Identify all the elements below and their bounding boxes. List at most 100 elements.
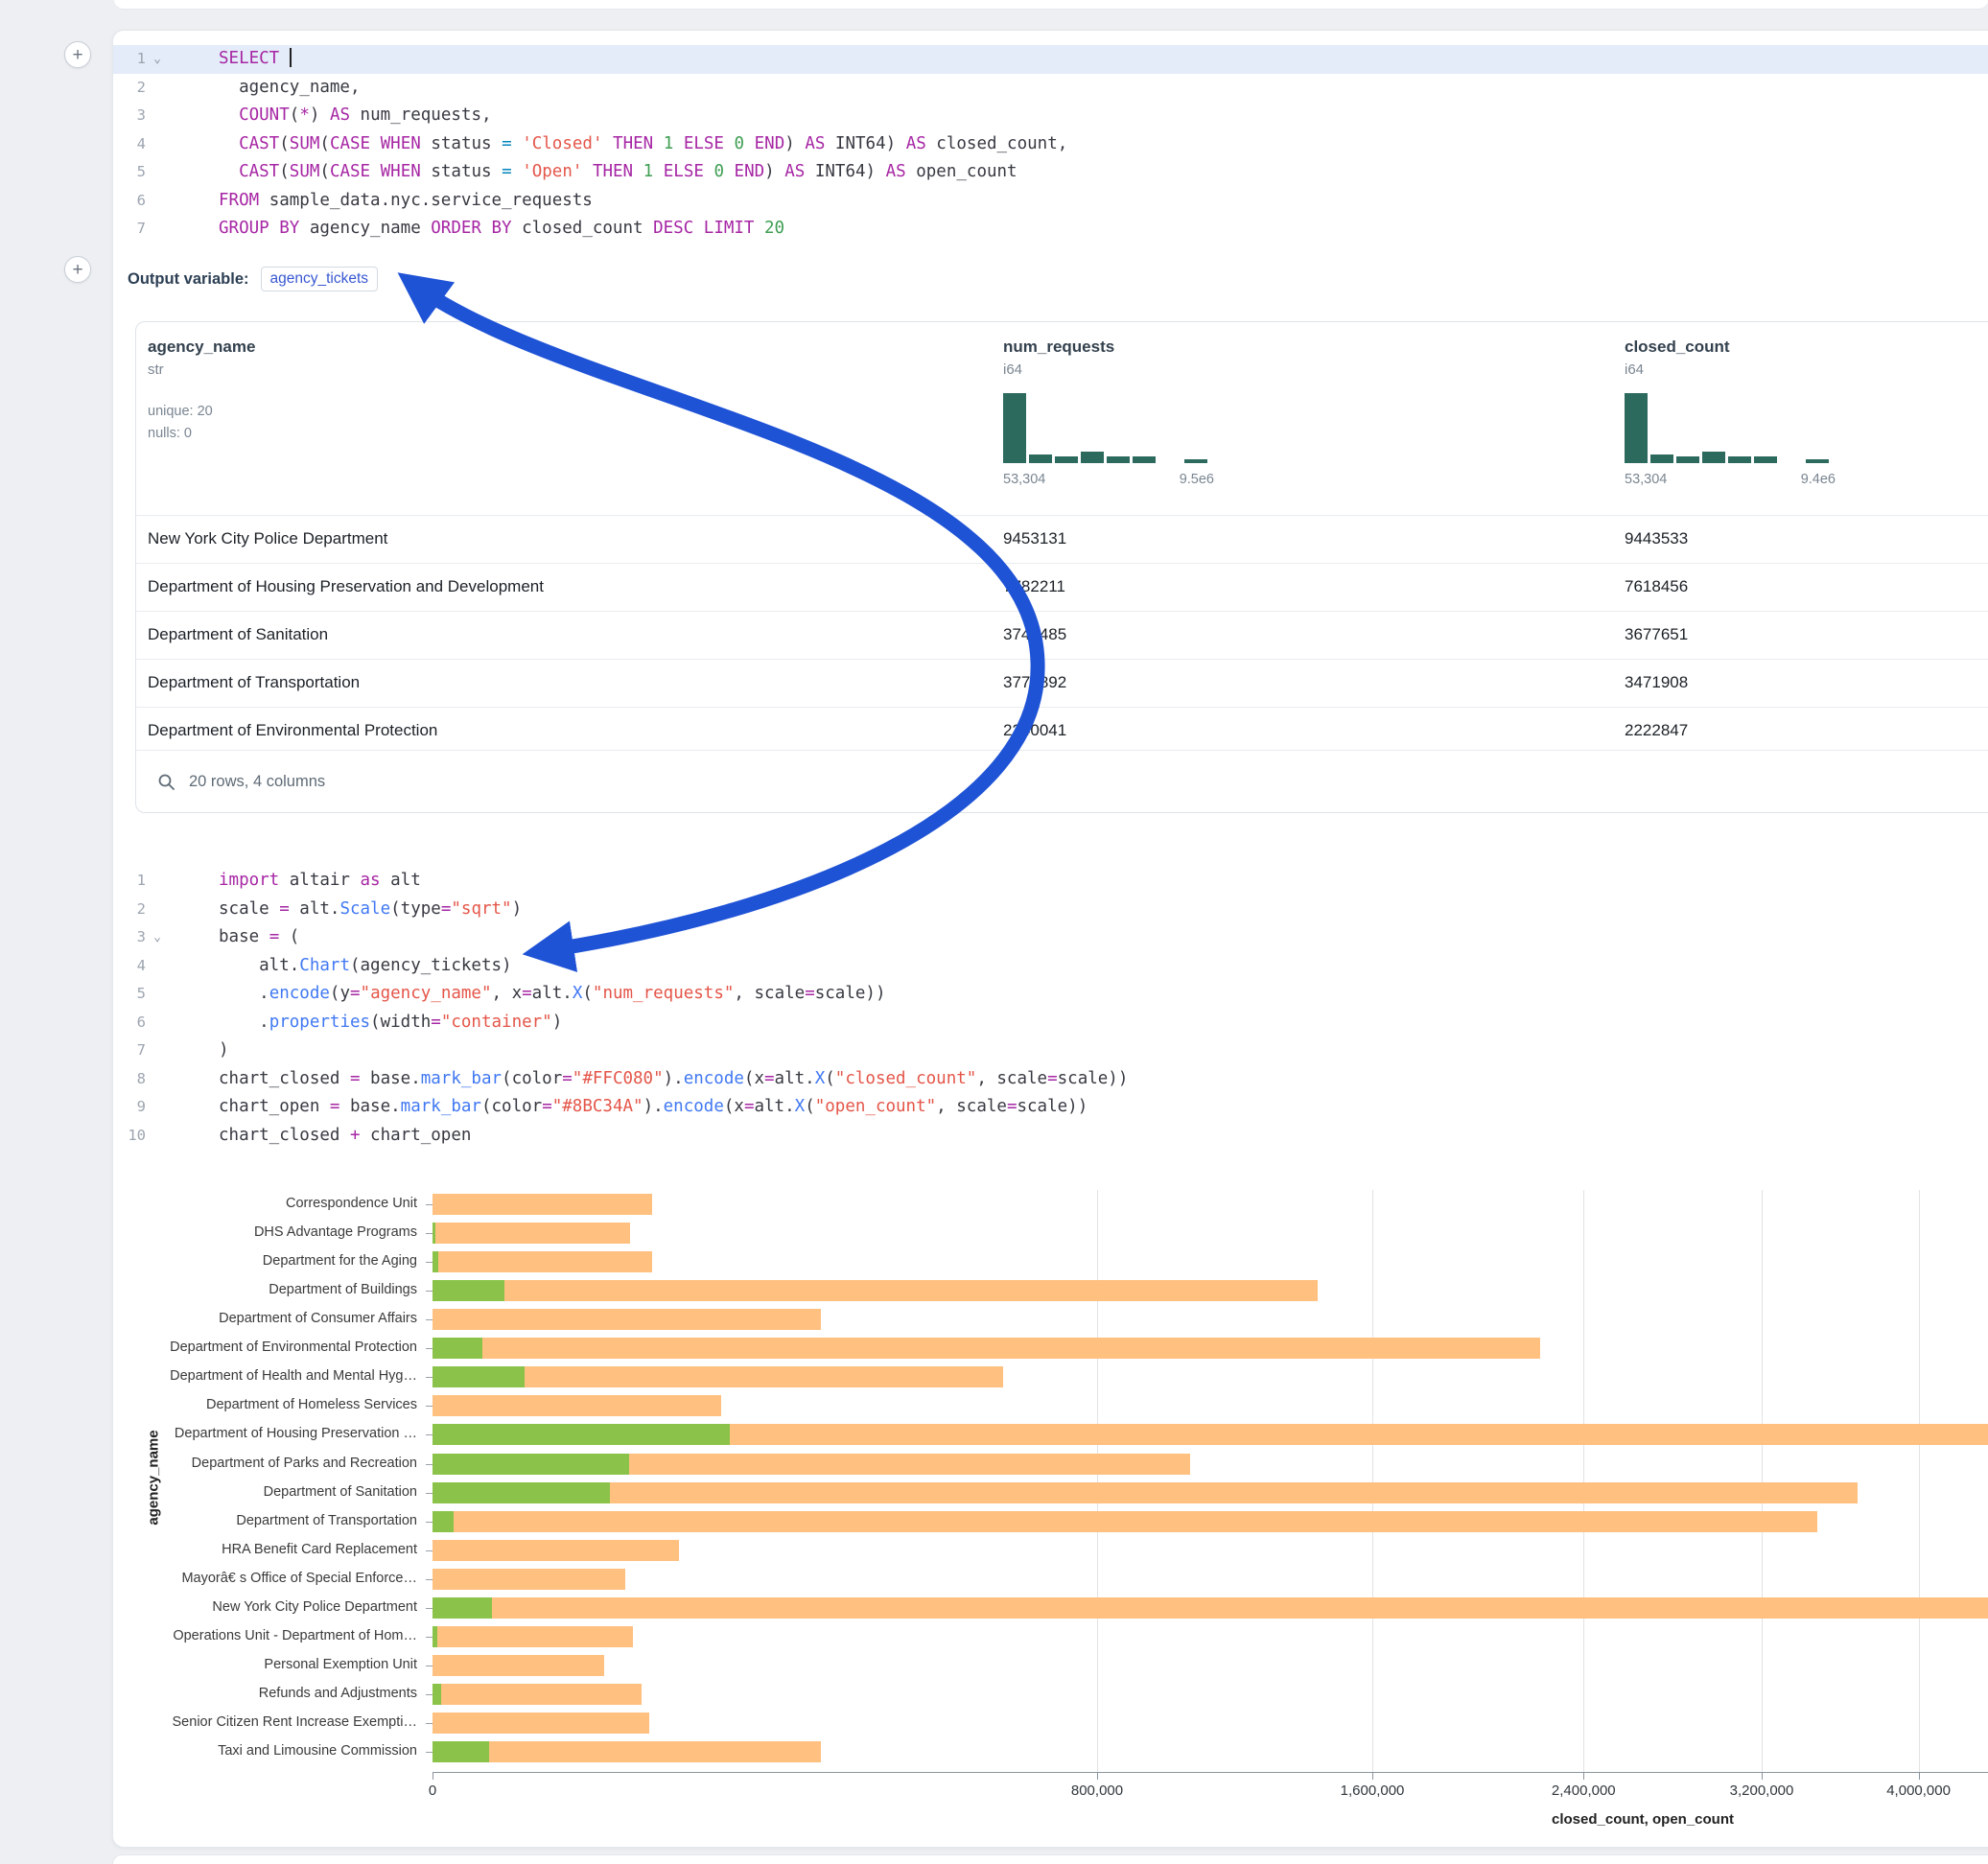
histogram-min-label: 53,304 bbox=[1003, 472, 1045, 487]
code-line[interactable]: 2 agency_name, bbox=[113, 74, 1988, 103]
bar-open[interactable] bbox=[433, 1597, 492, 1619]
bar-open[interactable] bbox=[433, 1424, 730, 1445]
bar-open[interactable] bbox=[433, 1482, 610, 1503]
bar-closed[interactable] bbox=[433, 1540, 679, 1561]
column-header[interactable]: num_requestsi6453,3049.5e6 bbox=[1003, 338, 1214, 487]
bar-closed[interactable] bbox=[433, 1741, 821, 1762]
sql-code-editor[interactable]: 1⌄SELECT 2 agency_name,3 COUNT(*) AS num… bbox=[113, 45, 1988, 244]
add-cell-button-middle[interactable]: + bbox=[64, 256, 91, 283]
column-header[interactable]: closed_counti6453,3049.4e6 bbox=[1625, 338, 1836, 487]
code-line[interactable]: 1import altair as alt bbox=[113, 867, 1988, 896]
code-line[interactable]: 7) bbox=[113, 1037, 1988, 1065]
fold-chevron-icon[interactable]: ⌄ bbox=[146, 923, 169, 952]
gridline bbox=[1372, 1190, 1373, 1772]
y-axis-tick bbox=[426, 1319, 433, 1320]
code-token: encode bbox=[664, 1097, 724, 1116]
bar-closed[interactable] bbox=[433, 1684, 642, 1705]
fold-chevron-icon[interactable]: ⌄ bbox=[146, 45, 169, 74]
bar-closed[interactable] bbox=[433, 1569, 625, 1590]
code-token: agency_name, bbox=[219, 78, 361, 97]
code-line[interactable]: 6 .properties(width="container") bbox=[113, 1009, 1988, 1037]
code-line[interactable]: 4 CAST(SUM(CASE WHEN status = 'Closed' T… bbox=[113, 130, 1988, 159]
code-line[interactable]: 5 CAST(SUM(CASE WHEN status = 'Open' THE… bbox=[113, 158, 1988, 187]
y-axis-tick bbox=[426, 1406, 433, 1407]
column-stat: unique: 20 bbox=[148, 401, 255, 423]
bar-closed[interactable] bbox=[433, 1511, 1817, 1532]
code-line[interactable]: 6FROM sample_data.nyc.service_requests bbox=[113, 187, 1988, 216]
code-token: ( bbox=[805, 1097, 815, 1116]
bar-open[interactable] bbox=[433, 1366, 525, 1387]
bar-open[interactable] bbox=[433, 1741, 489, 1762]
table-cell: Department of Environmental Protection bbox=[148, 708, 437, 754]
code-line[interactable]: 3 COUNT(*) AS num_requests, bbox=[113, 102, 1988, 130]
table-row[interactable]: Department of Environmental Protection22… bbox=[136, 707, 1988, 755]
bar-closed[interactable] bbox=[433, 1482, 1858, 1503]
table-footer-text: 20 rows, 4 columns bbox=[189, 773, 325, 791]
code-line[interactable]: 8chart_closed = base.mark_bar(color="#FF… bbox=[113, 1065, 1988, 1094]
add-cell-button-top[interactable]: + bbox=[64, 41, 91, 68]
histogram-bar bbox=[1728, 456, 1751, 463]
bar-open[interactable] bbox=[433, 1626, 437, 1647]
bar-closed[interactable] bbox=[433, 1251, 652, 1272]
y-axis-tick bbox=[426, 1233, 433, 1234]
code-token: = bbox=[441, 899, 452, 919]
y-axis-tick bbox=[426, 1377, 433, 1378]
bar-closed[interactable] bbox=[433, 1280, 1318, 1301]
result-table: agency_namestrunique: 20nulls: 0num_requ… bbox=[135, 321, 1988, 813]
table-row[interactable]: Department of Sanitation37494853677651 bbox=[136, 611, 1988, 659]
code-token: DESC bbox=[653, 219, 693, 238]
code-token: base bbox=[219, 927, 269, 946]
code-token: ( bbox=[279, 927, 299, 946]
code-token: alt. bbox=[290, 899, 340, 919]
bar-open[interactable] bbox=[433, 1338, 482, 1359]
code-token: "open_count" bbox=[815, 1097, 936, 1116]
bar-closed[interactable] bbox=[433, 1194, 652, 1215]
python-code-editor[interactable]: 1import altair as alt2scale = alt.Scale(… bbox=[113, 867, 1988, 1150]
gridline bbox=[1097, 1190, 1098, 1772]
line-number: 5 bbox=[113, 158, 146, 187]
code-token: 'Closed' bbox=[522, 134, 602, 153]
x-axis-title: closed_count, open_count bbox=[1451, 1811, 1835, 1828]
table-row[interactable]: New York City Police Department945313194… bbox=[136, 515, 1988, 563]
code-token: Scale bbox=[339, 899, 390, 919]
bar-open[interactable] bbox=[433, 1280, 504, 1301]
y-axis-tick bbox=[426, 1348, 433, 1349]
code-token: , scale bbox=[976, 1069, 1047, 1088]
column-name: agency_name bbox=[148, 338, 255, 357]
code-token: GROUP BY bbox=[219, 219, 299, 238]
bar-closed[interactable] bbox=[433, 1655, 604, 1676]
bar-open[interactable] bbox=[433, 1684, 441, 1705]
code-line[interactable]: 10chart_closed + chart_open bbox=[113, 1122, 1988, 1151]
code-token bbox=[653, 134, 664, 153]
histogram-max-label: 9.5e6 bbox=[1180, 472, 1214, 487]
code-line[interactable]: 7GROUP BY agency_name ORDER BY closed_co… bbox=[113, 215, 1988, 244]
line-number: 4 bbox=[113, 952, 146, 981]
bar-closed[interactable] bbox=[433, 1713, 649, 1734]
code-token: SUM bbox=[290, 162, 320, 181]
bar-open[interactable] bbox=[433, 1511, 454, 1532]
bar-closed[interactable] bbox=[433, 1395, 721, 1416]
bar-open[interactable] bbox=[433, 1223, 435, 1244]
x-tick-label: 3,200,000 bbox=[1695, 1782, 1829, 1799]
output-variable-pill[interactable]: agency_tickets bbox=[261, 267, 379, 291]
bar-closed[interactable] bbox=[433, 1338, 1540, 1359]
bar-open[interactable] bbox=[433, 1454, 629, 1475]
search-icon[interactable] bbox=[157, 773, 175, 791]
code-token bbox=[673, 134, 684, 153]
bar-open[interactable] bbox=[433, 1251, 438, 1272]
bar-closed[interactable] bbox=[433, 1626, 633, 1647]
code-line[interactable]: 5 .encode(y="agency_name", x=alt.X("num_… bbox=[113, 980, 1988, 1009]
table-row[interactable]: Department of Housing Preservation and D… bbox=[136, 563, 1988, 611]
code-line[interactable]: 3⌄base = ( bbox=[113, 923, 1988, 952]
bar-closed[interactable] bbox=[433, 1597, 1988, 1619]
code-line[interactable]: 4 alt.Chart(agency_tickets) bbox=[113, 952, 1988, 981]
code-line[interactable]: 9chart_open = base.mark_bar(color="#8BC3… bbox=[113, 1093, 1988, 1122]
code-line[interactable]: 1⌄SELECT bbox=[113, 45, 1988, 74]
bar-closed[interactable] bbox=[433, 1309, 821, 1330]
column-header[interactable]: agency_namestrunique: 20nulls: 0 bbox=[148, 338, 255, 445]
y-axis-tick bbox=[426, 1723, 433, 1724]
bar-closed[interactable] bbox=[433, 1223, 630, 1244]
gridline bbox=[1919, 1190, 1920, 1772]
table-row[interactable]: Department of Transportation377489234719… bbox=[136, 659, 1988, 707]
code-line[interactable]: 2scale = alt.Scale(type="sqrt") bbox=[113, 896, 1988, 924]
